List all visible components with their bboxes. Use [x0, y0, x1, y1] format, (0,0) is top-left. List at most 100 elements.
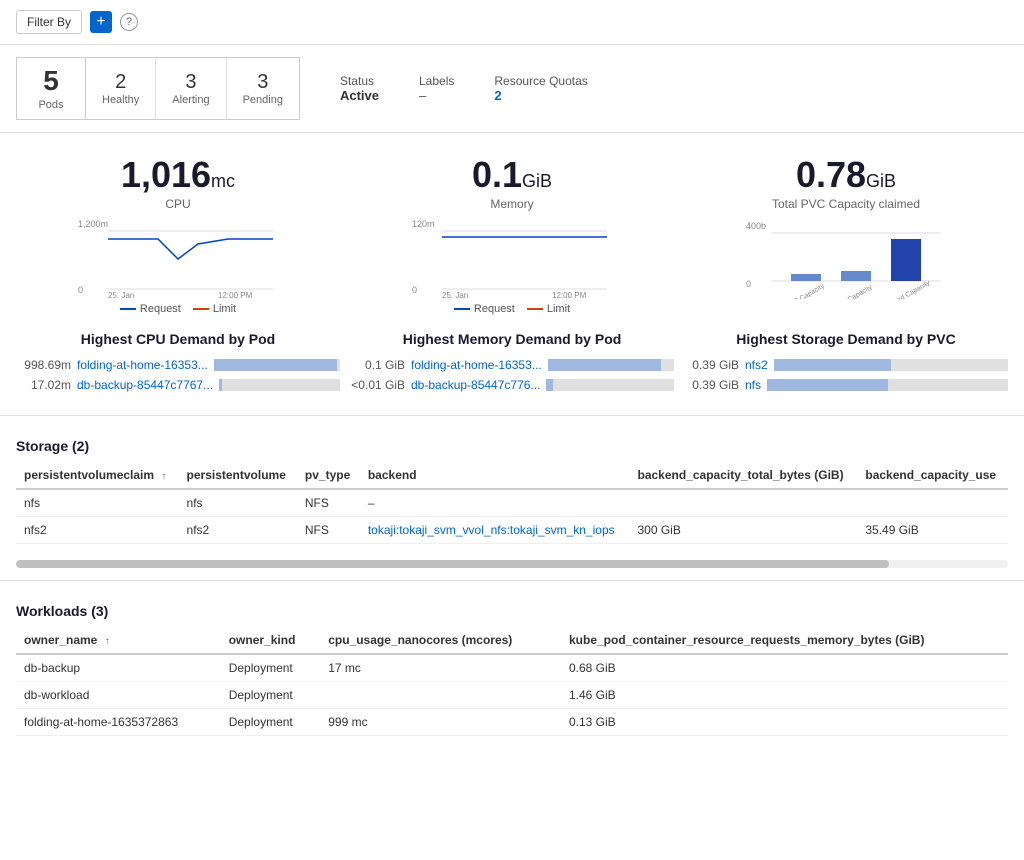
mem-limit-dash-icon: [527, 308, 543, 310]
pods-total-box: 5 Pods: [16, 57, 86, 120]
storage-demand-block: Highest Storage Demand by PVC 0.39 GiB n…: [684, 331, 1008, 395]
storage-backend-0: –: [360, 489, 630, 517]
workloads-table-head: owner_name ↑ owner_kind cpu_usage_nanoco…: [16, 627, 1008, 654]
storage-y-max: 400b: [746, 221, 766, 231]
add-button[interactable]: +: [90, 11, 112, 33]
workloads-col-cpu[interactable]: cpu_usage_nanocores (mcores): [320, 627, 561, 654]
cpu-demand-val-0: 998.69m: [16, 358, 71, 372]
pods-count: 5: [43, 66, 59, 97]
filter-button[interactable]: Filter By: [16, 10, 82, 34]
storage-demand-bar-bg-1: [767, 379, 1008, 391]
svg-text:25. Jan: 25. Jan: [442, 291, 468, 299]
storage-scrollbar-thumb: [16, 560, 889, 568]
cpu-metric: 1,016mc CPU: [16, 157, 340, 211]
workloads-section: Workloads (3) owner_name ↑ owner_kind cp…: [0, 593, 1024, 752]
workload-memory-1: 1.46 GiB: [561, 681, 1008, 708]
svg-text:12:00 PM: 12:00 PM: [552, 291, 587, 299]
pods-label: Pods: [38, 99, 63, 111]
storage-col-capacity[interactable]: backend_capacity_total_bytes (GiB): [629, 462, 857, 489]
request-label: Request: [140, 303, 181, 315]
storage-scrollbar[interactable]: [16, 560, 1008, 568]
cpu-y-min: 0: [78, 285, 83, 295]
storage-demand-link-0[interactable]: nfs2: [745, 358, 768, 372]
workload-kind-1: Deployment: [221, 681, 321, 708]
mem-limit-label: Limit: [547, 303, 570, 315]
cpu-demand-link-0[interactable]: folding-at-home-16353...: [77, 358, 208, 372]
memory-y-max: 120m: [412, 219, 435, 229]
workload-kind-2: Deployment: [221, 708, 321, 735]
pvc-value: 0.78GiB: [796, 157, 896, 193]
help-button[interactable]: ?: [120, 13, 138, 31]
memory-demand-bar-bg-0: [548, 359, 674, 371]
divider-1: [0, 415, 1024, 416]
workload-cpu-2: 999 mc: [320, 708, 561, 735]
memory-demand-val-1: <0.01 GiB: [350, 378, 405, 392]
workloads-col-name[interactable]: owner_name ↑: [16, 627, 221, 654]
status-value: Active: [340, 88, 379, 103]
storage-backend-link-1[interactable]: tokaji:tokaji_svm_vvol_nfs:tokaji_svm_kn…: [368, 523, 615, 537]
storage-col-usage[interactable]: backend_capacity_use: [857, 462, 1008, 489]
healthy-count: 2: [115, 71, 126, 94]
divider-2: [0, 580, 1024, 581]
memory-chart: 120m 0 25. Jan 12:00 PM: [412, 219, 612, 299]
svg-text:PV Capacity: PV Capacity: [837, 284, 874, 299]
storage-demand-link-1[interactable]: nfs: [745, 378, 761, 392]
workloads-table: owner_name ↑ owner_kind cpu_usage_nanoco…: [16, 627, 1008, 736]
cpu-chart: 1,200m 0 25. Jan 12:00 PM: [78, 219, 278, 299]
workload-row-2: folding-at-home-1635372863 Deployment 99…: [16, 708, 1008, 735]
cpu-demand-val-1: 17.02m: [16, 378, 71, 392]
workloads-col-kind[interactable]: owner_kind: [221, 627, 321, 654]
cpu-demand-bar-fill-0: [214, 359, 338, 371]
pods-healthy: 2 Healthy: [86, 58, 156, 119]
workloads-section-title: Workloads (3): [16, 593, 1008, 627]
storage-pvtype-0: NFS: [297, 489, 360, 517]
workloads-col-memory[interactable]: kube_pod_container_resource_requests_mem…: [561, 627, 1008, 654]
status-meta: Status Active: [340, 74, 379, 103]
limit-dash-icon: [193, 308, 209, 310]
memory-demand-link-1[interactable]: db-backup-85447c776...: [411, 378, 540, 392]
pvc-metric: 0.78GiB Total PVC Capacity claimed: [684, 157, 1008, 211]
memory-demand-title: Highest Memory Demand by Pod: [350, 331, 674, 347]
mem-request-dash-icon: [454, 308, 470, 310]
pending-label: Pending: [243, 94, 283, 106]
cpu-demand-link-1[interactable]: db-backup-85447c7767...: [77, 378, 213, 392]
labels-value: –: [419, 88, 454, 103]
memory-demand-link-0[interactable]: folding-at-home-16353...: [411, 358, 542, 372]
storage-table-body: nfs nfs NFS – nfs2 nfs2 NFS tokaji:tokaj…: [16, 489, 1008, 544]
storage-demand-bar-fill-0: [774, 359, 891, 371]
storage-col-pv[interactable]: persistentvolume: [179, 462, 297, 489]
storage-col-backend[interactable]: backend: [360, 462, 630, 489]
storage-col-pvc[interactable]: persistentvolumeclaim ↑: [16, 462, 179, 489]
alerting-label: Alerting: [172, 94, 209, 106]
svg-text:25. Jan: 25. Jan: [108, 291, 134, 299]
pods-pending: 3 Pending: [227, 58, 299, 119]
cpu-y-max: 1,200m: [78, 219, 108, 229]
workload-name-1: db-workload: [16, 681, 221, 708]
quotas-value[interactable]: 2: [494, 88, 587, 103]
storage-demand-row-1: 0.39 GiB nfs: [684, 375, 1008, 395]
cpu-demand-row-0: 998.69m folding-at-home-16353...: [16, 355, 340, 375]
workload-memory-2: 0.13 GiB: [561, 708, 1008, 735]
storage-backend-1: tokaji:tokaji_svm_vvol_nfs:tokaji_svm_kn…: [360, 516, 630, 543]
quotas-key: Resource Quotas: [494, 74, 587, 88]
workload-cpu-0: 17 mc: [320, 654, 561, 682]
memory-demand-bar-bg-1: [546, 379, 674, 391]
memory-demand-row-0: 0.1 GiB folding-at-home-16353...: [350, 355, 674, 375]
workload-row-0: db-backup Deployment 17 mc 0.68 GiB: [16, 654, 1008, 682]
pods-status-group: 2 Healthy 3 Alerting 3 Pending: [86, 57, 300, 120]
cpu-demand-bar-fill-1: [219, 379, 221, 391]
workload-memory-0: 0.68 GiB: [561, 654, 1008, 682]
cpu-request-legend: Request: [120, 303, 181, 315]
storage-demand-bar-fill-1: [767, 379, 887, 391]
meta-bar: Status Active Labels – Resource Quotas 2: [320, 57, 608, 120]
memory-chart-svg: 120m 0 25. Jan 12:00 PM: [412, 219, 612, 299]
pending-count: 3: [257, 71, 268, 94]
storage-col-pvtype[interactable]: pv_type: [297, 462, 360, 489]
storage-chart: 400b 0 PVC Capacity PV Capacity Backend …: [746, 219, 946, 299]
svg-text:12:00 PM: 12:00 PM: [218, 291, 253, 299]
top-bar: Filter By + ?: [0, 0, 1024, 45]
memory-demand-block: Highest Memory Demand by Pod 0.1 GiB fol…: [350, 331, 674, 395]
storage-chart-svg: 400b 0 PVC Capacity PV Capacity Backend …: [746, 219, 946, 299]
storage-table-head: persistentvolumeclaim ↑ persistentvolume…: [16, 462, 1008, 489]
healthy-label: Healthy: [102, 94, 139, 106]
